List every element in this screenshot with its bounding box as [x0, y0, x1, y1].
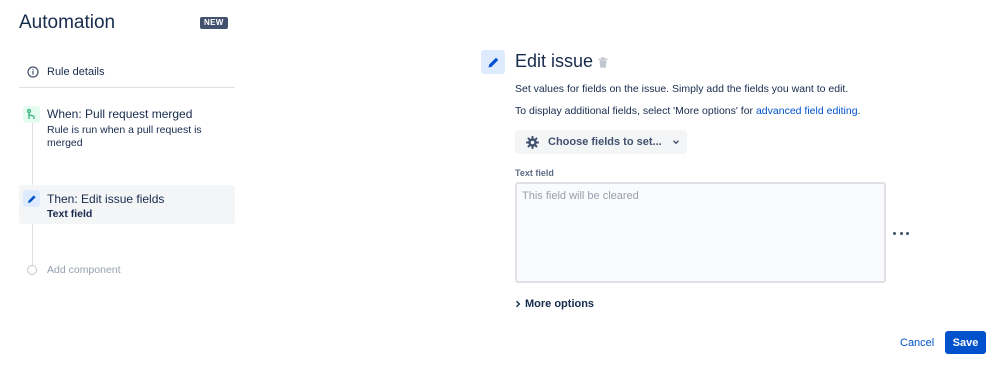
text-field-label: Text field: [515, 168, 554, 178]
rule-details-item[interactable]: Rule details: [19, 56, 235, 88]
dot: [899, 231, 903, 235]
dot: [893, 231, 896, 235]
more-options-toggle[interactable]: More options: [515, 298, 594, 310]
trash-icon[interactable]: [598, 57, 608, 68]
trigger-step[interactable]: When: Pull request merged Rule is run wh…: [19, 104, 235, 154]
gear-icon: [526, 135, 539, 149]
info-icon: [27, 65, 39, 78]
new-badge: NEW: [200, 17, 228, 29]
add-component-label: Add component: [47, 264, 121, 276]
text-field-input[interactable]: [515, 182, 886, 283]
chevron-down-icon: [672, 140, 679, 145]
editor-description: Set values for fields on the issue. Simp…: [515, 83, 849, 95]
editor-hint-suffix: .: [857, 105, 861, 117]
action-step-subtitle: Text field: [47, 208, 93, 220]
chevron-right-icon: [516, 300, 521, 308]
advanced-field-editing-link[interactable]: advanced field editing: [756, 105, 858, 117]
dot: [906, 231, 909, 235]
editor-hint: To display additional fields, select 'Mo…: [515, 105, 860, 117]
pencil-icon: [23, 190, 40, 207]
add-component-dot: [27, 265, 37, 275]
choose-fields-label: Choose fields to set...: [548, 136, 662, 148]
choose-fields-button[interactable]: Choose fields to set...: [515, 130, 687, 154]
action-step-title: Then: Edit issue fields: [47, 192, 165, 206]
trigger-step-title: When: Pull request merged: [47, 107, 193, 121]
trigger-step-description: Rule is run when a pull request is merge…: [47, 124, 202, 149]
action-step[interactable]: Then: Edit issue fields Text field: [19, 185, 235, 224]
cancel-button[interactable]: Cancel: [894, 331, 940, 355]
edit-issue-pencil-icon: [481, 50, 505, 74]
more-actions-icon[interactable]: [893, 230, 909, 236]
save-button[interactable]: Save: [945, 331, 986, 354]
editor-hint-prefix: To display additional fields, select 'Mo…: [515, 105, 756, 117]
app-title: Automation: [19, 12, 116, 33]
pull-request-merged-icon: [23, 106, 40, 123]
add-component-item[interactable]: Add component: [27, 264, 121, 276]
more-options-label: More options: [525, 298, 595, 310]
rule-details-label: Rule details: [47, 65, 105, 78]
editor-title: Edit issue: [515, 51, 594, 71]
